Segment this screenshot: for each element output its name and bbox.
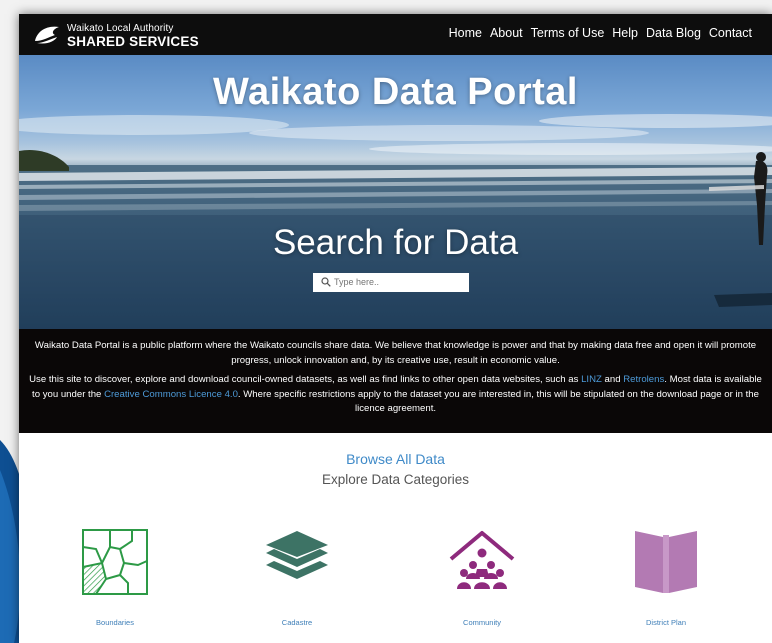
nav-home[interactable]: Home	[449, 26, 482, 40]
community-house-icon	[449, 531, 515, 589]
category-label-boundaries[interactable]: Boundaries	[55, 618, 175, 627]
site-logo[interactable]: Waikato Local Authority SHARED SERVICES	[33, 21, 223, 49]
nav-data-blog[interactable]: Data Blog	[646, 26, 701, 40]
usage-paragraph: Use this site to discover, explore and d…	[19, 373, 772, 417]
nav-contact[interactable]: Contact	[709, 26, 752, 40]
retrolens-link[interactable]: Retrolens	[623, 374, 664, 385]
category-label-district-plan[interactable]: District Plan	[606, 618, 726, 627]
search-icon	[321, 277, 331, 287]
open-book-icon	[635, 531, 697, 593]
usage-text-b: and	[601, 374, 624, 385]
intro-section: Waikato Data Portal is a public platform…	[19, 329, 772, 433]
linz-link[interactable]: LINZ	[581, 374, 602, 385]
usage-text-a: Use this site to discover, explore and d…	[29, 374, 582, 385]
hero-banner: Waikato Data Portal Search for Data	[19, 55, 772, 329]
category-district-plan[interactable]: District Plan	[606, 527, 726, 627]
search-box[interactable]	[313, 273, 469, 292]
boundaries-map-icon	[82, 529, 148, 595]
page-card: Waikato Local Authority SHARED SERVICES …	[19, 14, 772, 643]
nav-about[interactable]: About	[490, 26, 523, 40]
logo-line2: SHARED SERVICES	[67, 34, 199, 49]
layers-icon	[266, 531, 328, 579]
category-cadastre[interactable]: Cadastre	[237, 527, 357, 627]
category-label-cadastre[interactable]: Cadastre	[237, 618, 357, 627]
category-community[interactable]: Community	[422, 527, 542, 627]
category-label-community[interactable]: Community	[422, 618, 542, 627]
nav-help[interactable]: Help	[612, 26, 638, 40]
main-nav: Home About Terms of Use Help Data Blog C…	[449, 26, 752, 40]
nav-terms-of-use[interactable]: Terms of Use	[531, 26, 605, 40]
top-nav-bar: Waikato Local Authority SHARED SERVICES …	[19, 14, 772, 55]
search-heading: Search for Data	[272, 223, 519, 262]
intro-paragraph: Waikato Data Portal is a public platform…	[34, 340, 757, 366]
browse-all-data-link[interactable]: Browse All Data	[19, 451, 772, 467]
hero-title: Waikato Data Portal	[213, 71, 578, 113]
explore-categories-heading: Explore Data Categories	[321, 472, 470, 487]
logo-line1: Waikato Local Authority	[67, 23, 174, 34]
usage-text-d: . Where specific restrictions apply to t…	[237, 388, 759, 415]
creative-commons-link[interactable]: Creative Commons Licence 4.0	[104, 389, 238, 400]
category-boundaries[interactable]: Boundaries	[55, 527, 175, 627]
search-input[interactable]	[334, 274, 462, 290]
logo-mark-icon	[35, 26, 59, 44]
